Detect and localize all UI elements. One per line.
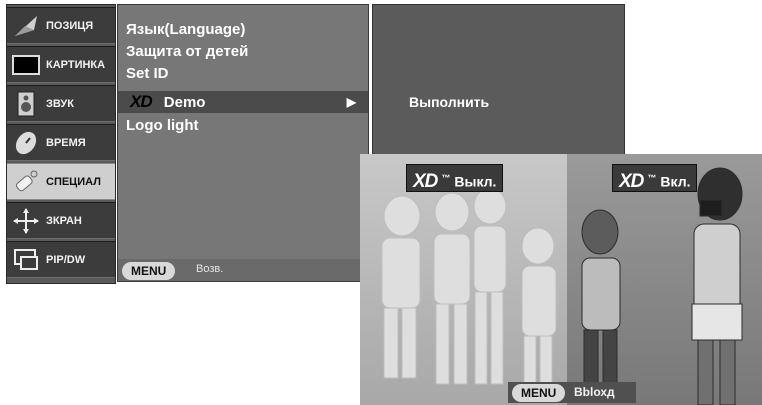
menu-button[interactable]: MENU	[512, 384, 566, 402]
menu-item-time[interactable]: ВРЕМЯ	[7, 124, 115, 161]
menu-item-special[interactable]: СПЕЦИАЛ	[7, 163, 115, 200]
menu-item-label: ПОЗИЦЯ	[46, 19, 94, 32]
xd-off-badge: XD ™ Выкл.	[406, 164, 504, 192]
pip-icon	[14, 248, 38, 270]
picture-icon	[12, 54, 40, 75]
execute-option[interactable]: Выполнить	[409, 94, 489, 110]
menu-item-screen[interactable]: ЗКРАН	[7, 202, 115, 239]
speaker-icon	[17, 91, 35, 116]
back-label: Возв.	[196, 263, 224, 275]
xd-demo-preview: XD ™ Выкл. XD ™ Вкл. MENU Вblохд	[360, 154, 762, 405]
menu-item-label: ВРЕМЯ	[46, 136, 86, 149]
submenu-item-label: Защита от детей	[126, 43, 249, 60]
submenu-item-label: Demo	[163, 94, 206, 111]
special-submenu: Язык(Language) Защита от детей Set ID XD…	[117, 4, 369, 282]
position-icon	[15, 15, 37, 36]
xd-logo: XD	[619, 170, 644, 192]
menu-item-label: ЗВУК	[46, 97, 74, 110]
xd-logo: XD	[413, 170, 438, 192]
xd-on-badge: XD ™ Вкл.	[612, 164, 698, 192]
submenu-item-xd-demo[interactable]: XD Demo ▶	[118, 91, 368, 113]
menu-item-pip[interactable]: PIP/DW	[7, 241, 115, 278]
submenu-item-logo-light[interactable]: Logo light	[118, 115, 368, 137]
demo-footer: MENU Вblохд	[508, 382, 636, 403]
menu-item-picture[interactable]: КАРТИНКА	[7, 46, 115, 83]
submenu-item-label: Set ID	[126, 65, 169, 82]
menu-item-sound[interactable]: ЗВУК	[7, 85, 115, 122]
osd-main-menu: ПОЗИЦЯ КАРТИНКА ЗВУК ВРЕМЯ СПЕЦИАЛ ЗКРАН…	[6, 4, 116, 284]
chevron-right-icon: ▶	[346, 95, 356, 109]
submenu-item-language[interactable]: Язык(Language)	[118, 19, 368, 41]
submenu-footer: MENU Возв.	[118, 259, 368, 281]
clock-icon	[15, 131, 37, 154]
menu-item-label: ЗКРАН	[46, 214, 82, 227]
exit-label: Вblохд	[574, 385, 615, 399]
xd-logo: XD	[130, 92, 153, 111]
submenu-item-label: Logo light	[126, 117, 199, 134]
menu-item-label: СПЕЦИАЛ	[46, 175, 101, 188]
menu-item-label: PIP/DW	[46, 253, 86, 266]
xd-off-label: Выкл.	[454, 173, 497, 190]
xd-demo-panel: Выполнить	[372, 4, 625, 162]
submenu-item-child-lock[interactable]: Защита от детей	[118, 41, 368, 63]
menu-item-label: КАРТИНКА	[46, 58, 106, 71]
menu-item-position[interactable]: ПОЗИЦЯ	[7, 7, 115, 44]
submenu-item-label: Язык(Language)	[126, 21, 246, 38]
trademark-symbol: ™	[647, 173, 657, 183]
trademark-symbol: ™	[441, 173, 451, 183]
xd-on-label: Вкл.	[660, 173, 691, 190]
submenu-item-set-id[interactable]: Set ID	[118, 63, 368, 85]
menu-button[interactable]: MENU	[122, 262, 176, 280]
special-icon	[16, 170, 38, 191]
screen-icon	[13, 207, 39, 234]
